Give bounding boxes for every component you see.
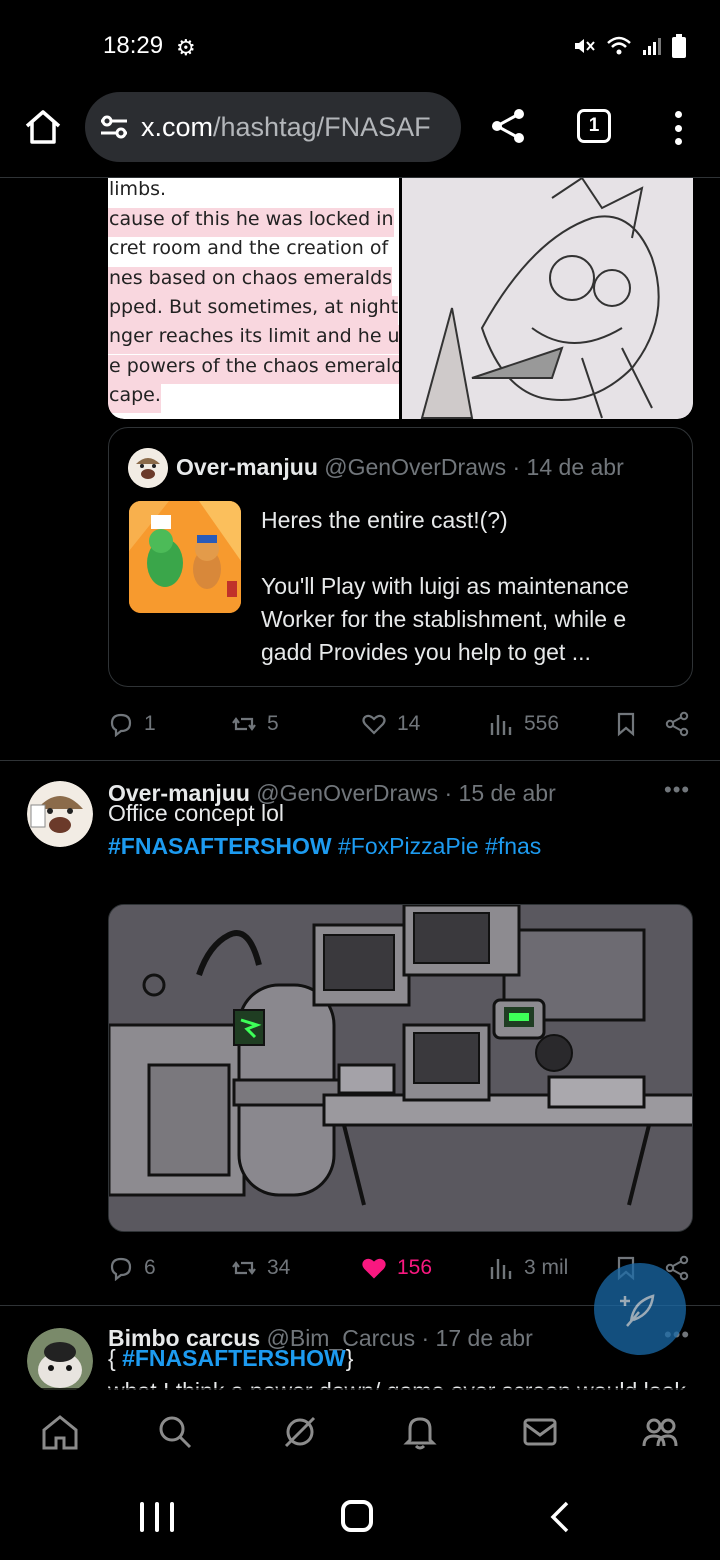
post-office-concept[interactable]: Over-manjuu @GenOverDraws · 15 de abr ••… (0, 761, 720, 1306)
author-avatar[interactable] (27, 1328, 93, 1390)
quoted-author-avatar[interactable] (128, 448, 168, 488)
quoted-post-text: Heres the entire cast!(?) You'll Play wi… (261, 504, 681, 669)
bottom-navigation (0, 1388, 720, 1478)
nav-grok-icon[interactable] (280, 1412, 320, 1452)
post-text-line: Office concept lol (108, 800, 285, 826)
settings-gear-icon: ⚙ (176, 35, 196, 60)
site-settings-icon[interactable] (99, 113, 129, 141)
repost-icon (232, 1261, 256, 1275)
views-chart-icon (490, 1259, 512, 1279)
post-hashtags: #FNASAFTERSHOW #FoxPizzaPie #fnas (108, 830, 541, 863)
views-count: 556 (524, 712, 560, 735)
compose-feather-icon (620, 1294, 655, 1327)
image-text-line: cape. (108, 384, 161, 413)
wifi-icon (607, 36, 631, 55)
hashtag-link[interactable]: #FoxPizzaPie (338, 833, 479, 859)
address-bar[interactable]: x.com/hashtag/FNASAF (85, 92, 461, 162)
overflow-menu-icon[interactable] (666, 108, 690, 148)
url-text: x.com/hashtag/FNASAF (141, 112, 431, 143)
system-navigation-bar (0, 1478, 720, 1560)
text-suffix: } (345, 1345, 354, 1371)
character-sketch-image[interactable] (402, 178, 693, 419)
timeline-feed[interactable]: limbs. cause of this he was locked in cr… (0, 178, 720, 1390)
like-count: 156 (397, 1256, 433, 1279)
tab-switcher-button[interactable]: 1 (577, 109, 611, 143)
reply-icon (110, 1257, 132, 1281)
system-home-button[interactable] (341, 1500, 373, 1532)
quoted-text-line2: You'll Play with luigi as maintenance Wo… (261, 573, 629, 665)
post-text: { #FNASAFTERSHOW} what I think a power d… (108, 1342, 693, 1390)
image-text-line: nes based on chaos emeralds (108, 267, 393, 296)
post-text-line: { #FNASAFTERSHOW} (108, 1342, 693, 1375)
like-button[interactable]: 14 (361, 711, 420, 737)
office-drawing (109, 905, 692, 1231)
repost-button[interactable]: 5 (231, 711, 279, 737)
repost-icon (232, 717, 256, 731)
nav-notifications-icon[interactable] (400, 1412, 440, 1452)
sketch-drawing (402, 178, 693, 419)
compose-post-button[interactable] (594, 1263, 686, 1355)
post-media-grid[interactable]: limbs. cause of this he was locked in cr… (108, 178, 693, 419)
quoted-post-thumbnail[interactable] (129, 501, 241, 613)
nav-communities-icon[interactable] (640, 1412, 680, 1452)
browser-toolbar: x.com/hashtag/FNASAF 1 (0, 88, 720, 178)
quoted-post-date[interactable]: · 14 de abr (513, 454, 624, 480)
mute-icon (575, 39, 595, 53)
office-concept-image[interactable] (108, 904, 693, 1232)
nav-search-icon[interactable] (155, 1412, 195, 1452)
more-options-icon[interactable]: ••• (664, 777, 690, 803)
repost-count: 34 (267, 1256, 291, 1279)
text-screenshot-image[interactable]: limbs. cause of this he was locked in cr… (108, 178, 399, 419)
battery-icon (672, 34, 686, 58)
reply-button[interactable]: 1 (108, 711, 156, 737)
post-text: Office concept lol #FNASAFTERSHOW #FoxPi… (108, 797, 541, 863)
recent-apps-button[interactable] (140, 1502, 174, 1532)
status-bar: 18:29 ⚙ (0, 0, 720, 90)
like-count: 14 (397, 712, 421, 735)
quoted-post-card[interactable]: Over-manjuu @GenOverDraws · 14 de abr He… (108, 427, 693, 687)
image-text-line: pped. But sometimes, at night (108, 296, 399, 325)
reply-button[interactable]: 6 (108, 1255, 156, 1281)
image-text-line: cause of this he was locked in (108, 208, 394, 237)
quoted-author-name[interactable]: Over-manjuu (176, 454, 318, 480)
text-prefix: { (108, 1345, 123, 1371)
url-host: x.com (141, 111, 214, 142)
status-time: 18:29 (103, 32, 164, 59)
heart-icon (362, 714, 386, 735)
quoted-text-line1: Heres the entire cast!(?) (261, 507, 508, 533)
views-button[interactable]: 3 mil (488, 1255, 568, 1281)
status-icons (572, 34, 686, 58)
quoted-post-header: Over-manjuu @GenOverDraws · 14 de abr (176, 454, 624, 481)
author-avatar[interactable] (27, 781, 93, 847)
like-button-liked[interactable]: 156 (361, 1255, 432, 1281)
reply-count: 6 (144, 1256, 156, 1279)
back-arrow-icon[interactable] (545, 1500, 575, 1534)
url-path: /hashtag/FNASAF (213, 111, 431, 142)
home-icon[interactable] (22, 106, 64, 148)
quoted-author-handle[interactable]: @GenOverDraws (324, 454, 506, 480)
image-text-line: nger reaches its limit and he us (108, 325, 399, 354)
signal-icon (643, 38, 661, 55)
post-actions-bar: 1 5 14 556 (108, 705, 693, 745)
image-text-line: cret room and the creation of (109, 237, 389, 259)
nav-home-icon[interactable] (40, 1412, 80, 1452)
image-text-line: limbs. (109, 178, 167, 200)
share-post-icon[interactable] (664, 711, 690, 737)
repost-button[interactable]: 34 (231, 1255, 290, 1281)
nav-messages-icon[interactable] (520, 1412, 560, 1452)
reply-count: 1 (144, 712, 156, 735)
views-count: 3 mil (524, 1256, 569, 1279)
image-text-line: e powers of the chaos emerald (108, 355, 399, 384)
views-button[interactable]: 556 (488, 711, 559, 737)
bookmark-icon[interactable] (613, 711, 639, 737)
reply-icon (110, 713, 132, 737)
hashtag-link[interactable]: #fnas (485, 833, 541, 859)
hashtag-link[interactable]: #FNASAFTERSHOW (108, 833, 332, 859)
heart-filled-icon (362, 1258, 386, 1279)
repost-count: 5 (267, 712, 279, 735)
share-icon[interactable] (488, 106, 528, 146)
hashtag-link[interactable]: #FNASAFTERSHOW (122, 1345, 346, 1371)
views-chart-icon (490, 715, 512, 735)
